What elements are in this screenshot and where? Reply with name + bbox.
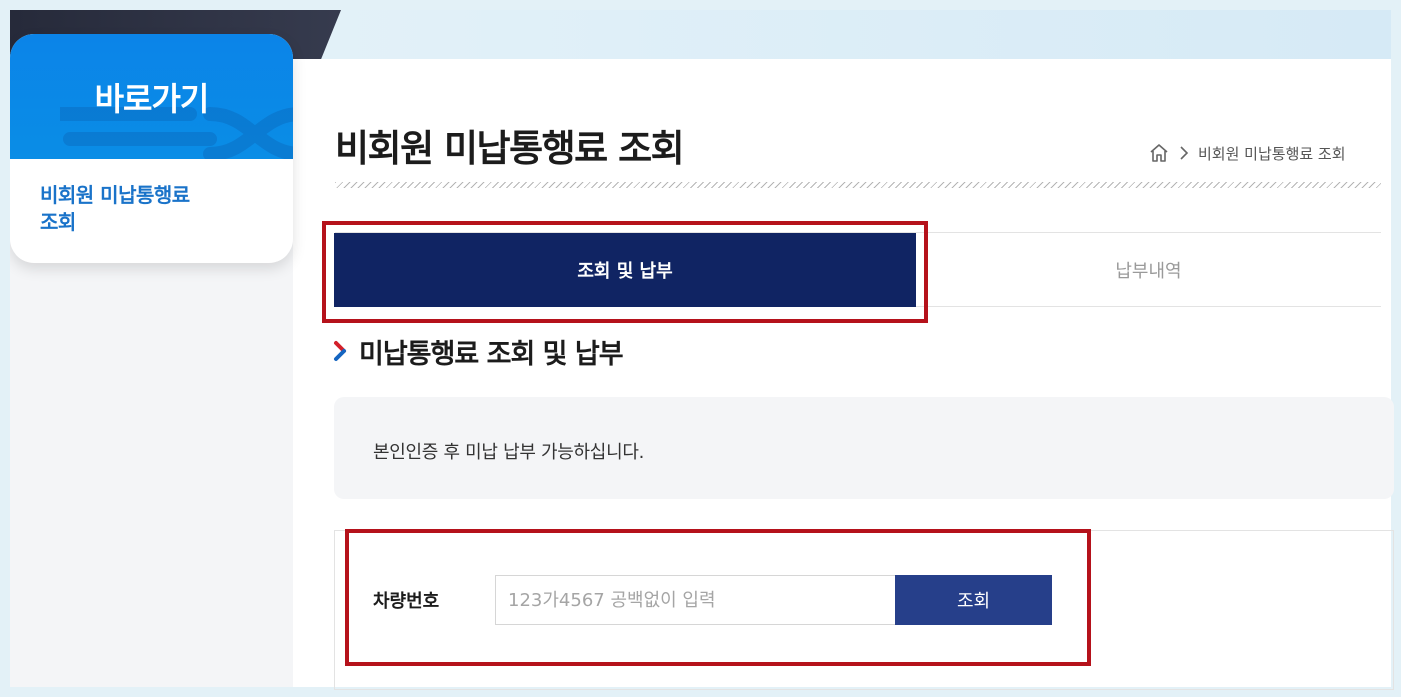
tab-payment-history[interactable]: 납부내역 [916,233,1381,307]
highlight-box-tab [322,221,928,323]
quick-links-header: 바로가기 [10,34,293,159]
home-icon[interactable] [1148,143,1170,163]
chevron-bullet-icon [334,341,346,361]
notice-text: 본인인증 후 미납 납부 가능하십니다. [373,442,645,463]
page-title: 비회원 미납통행료 조회 [335,127,685,170]
title-divider [335,182,1381,188]
sidebar-item-label-line1: 비회원 미납통행료 [40,183,190,207]
quick-links-card: 바로가기 비회원 미납통행료 조회 [10,34,293,263]
breadcrumb: 비회원 미납통행료 조회 [1148,142,1346,164]
highlight-box-form [345,529,1091,666]
chevron-right-icon [1178,145,1190,161]
quick-links-title: 바로가기 [94,80,210,118]
sidebar-item-label-line2: 조회 [40,210,76,234]
sidebar-item-unpaid-toll[interactable]: 비회원 미납통행료 조회 [40,182,240,236]
section-title: 미납통행료 조회 및 납부 [359,338,624,370]
section-heading: 미납통행료 조회 및 납부 [333,333,624,370]
breadcrumb-current[interactable]: 비회원 미납통행료 조회 [1198,143,1346,164]
